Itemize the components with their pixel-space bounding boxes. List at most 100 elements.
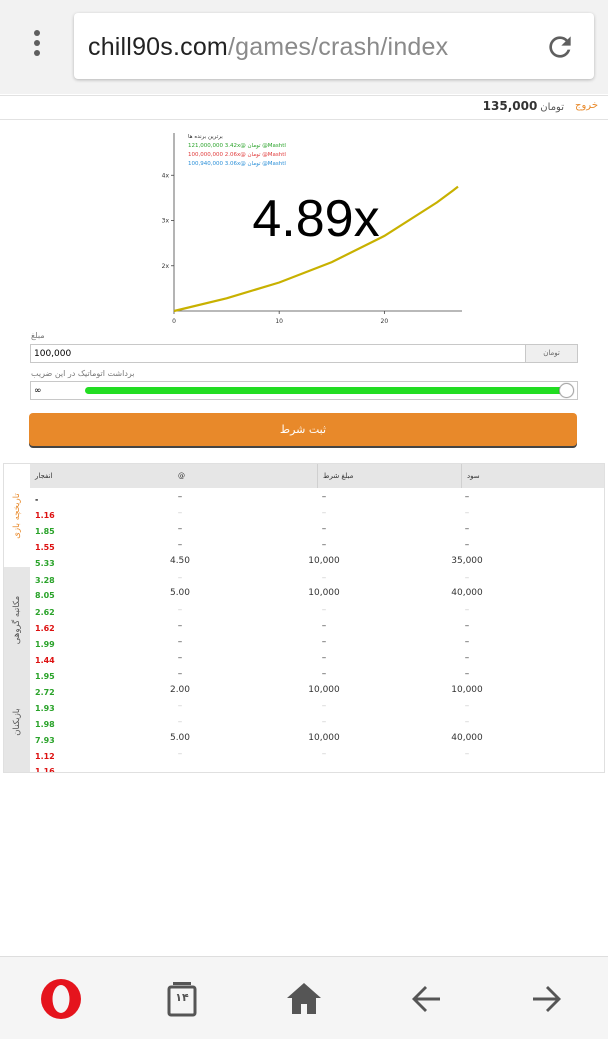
table-row: 8.05 5.00 10,000 40,000 xyxy=(30,588,604,604)
amount-currency: تومان xyxy=(525,345,577,362)
side-tabs: تاریخچه بازی مکاتبه گروهی بازیکنان xyxy=(4,464,30,772)
cell-bet: – xyxy=(321,492,327,502)
cell-profit: – xyxy=(464,605,470,615)
cell-profit: 40,000 xyxy=(451,733,483,743)
amount-input[interactable] xyxy=(31,345,525,362)
table-row: 1.55 – – – xyxy=(30,540,604,556)
site-header: 135,000 تومان خروج xyxy=(0,95,608,120)
cell-profit: – xyxy=(464,669,470,679)
table-row: 1.99 – – – xyxy=(30,637,604,653)
cell-bet: 10,000 xyxy=(308,556,340,566)
cell-crash: 7.93 xyxy=(35,736,55,745)
cell-bet: 10,000 xyxy=(308,733,340,743)
cell-profit: – xyxy=(464,717,470,727)
tab-label: بازیکنان xyxy=(12,708,22,736)
column-bet: مبلغ شرط xyxy=(323,472,354,480)
table-row: 1.16 xyxy=(30,764,604,772)
address-bar[interactable]: chill90s.com/games/crash/index xyxy=(74,13,594,79)
cell-at: – xyxy=(177,605,183,615)
cell-profit: – xyxy=(464,573,470,583)
cell-bet: – xyxy=(321,605,327,615)
auto-cashout-input[interactable] xyxy=(31,382,81,399)
cell-bet: – xyxy=(321,669,327,679)
cell-at: – xyxy=(177,653,183,663)
table-row: 1.93 – – – xyxy=(30,701,604,717)
cell-bet: – xyxy=(321,621,327,631)
cell-at: 5.00 xyxy=(169,733,191,743)
browser-bottom-bar: ۱۴ xyxy=(0,956,608,1039)
column-crash: انفجار xyxy=(35,472,53,480)
cell-at: – xyxy=(177,717,183,727)
cell-crash: 1.55 xyxy=(35,543,55,552)
cell-at: – xyxy=(177,573,183,583)
logout-link[interactable]: خروج xyxy=(575,100,598,111)
cell-at: – xyxy=(177,669,183,679)
cell-profit: – xyxy=(464,492,470,502)
cell-crash: 1.99 xyxy=(35,640,55,649)
cell-profit: – xyxy=(464,524,470,534)
cell-crash: 8.05 xyxy=(35,591,55,600)
tabs-icon[interactable]: ۱۴ xyxy=(160,977,204,1021)
y-tick-label: 3x xyxy=(162,218,170,225)
tab-label: تاریخچه بازی xyxy=(12,492,22,539)
cell-bet: – xyxy=(321,540,327,550)
tab-group-chat[interactable]: مکاتبه گروهی xyxy=(4,567,30,672)
amount-field-group: تومان xyxy=(30,344,578,363)
forward-arrow-icon[interactable] xyxy=(525,977,569,1021)
menu-dots-icon[interactable] xyxy=(26,30,48,64)
cell-at: – xyxy=(177,637,183,647)
cell-crash: 5.33 xyxy=(35,559,55,568)
table-row: 2.62 – – – xyxy=(30,605,604,621)
table-row: 2.72 2.00 10,000 10,000 xyxy=(30,685,604,701)
table-row: 1.85 – – – xyxy=(30,524,604,540)
cell-crash: 1.16 xyxy=(35,511,55,520)
tab-label: مکاتبه گروهی xyxy=(12,595,22,644)
tab-game-history[interactable]: تاریخچه بازی xyxy=(4,464,30,567)
x-tick-label: 20 xyxy=(381,318,389,325)
slider-handle[interactable] xyxy=(559,383,574,398)
table-row: 1.62 – – – xyxy=(30,621,604,637)
cell-bet: – xyxy=(321,717,327,727)
place-bet-button[interactable]: ثبت شرط xyxy=(29,413,577,446)
home-icon[interactable] xyxy=(282,977,326,1021)
cell-profit: – xyxy=(464,540,470,550)
cell-at: 4.50 xyxy=(169,556,191,566)
cell-at: – xyxy=(177,540,183,550)
reload-icon[interactable] xyxy=(544,31,576,63)
cell-profit: 40,000 xyxy=(451,588,483,598)
balance-currency: تومان xyxy=(540,102,564,113)
cell-profit: – xyxy=(464,621,470,631)
table-row: 1.12 – – – xyxy=(30,749,604,765)
table-row: 5.33 4.50 10,000 35,000 xyxy=(30,556,604,572)
balance: 135,000 تومان xyxy=(483,99,564,113)
url-text[interactable]: chill90s.com/games/crash/index xyxy=(88,33,448,61)
column-divider xyxy=(461,464,462,488)
x-tick-label: 0 xyxy=(172,318,176,325)
cell-at: – xyxy=(177,621,183,631)
cell-at: – xyxy=(177,492,183,502)
cell-bet: – xyxy=(321,701,327,711)
url-domain: chill90s.com xyxy=(88,33,228,61)
table-header: انفجار @ مبلغ شرط سود xyxy=(30,464,604,488)
auto-cashout-label: برداشت اتوماتیک در این ضریب xyxy=(31,369,135,378)
tab-players[interactable]: بازیکنان xyxy=(4,672,30,772)
cell-at: – xyxy=(177,524,183,534)
history-panel: تاریخچه بازی مکاتبه گروهی بازیکنان انفجا… xyxy=(3,463,605,773)
winner-entry: 100,940,000 3.06x@ تومان @Mashtl xyxy=(188,161,286,167)
cell-bet: – xyxy=(321,524,327,534)
cell-crash: - xyxy=(35,495,39,504)
cell-at: – xyxy=(177,701,183,711)
cell-bet: 10,000 xyxy=(308,685,340,695)
cell-crash: 1.85 xyxy=(35,527,55,536)
auto-cashout-slider[interactable] xyxy=(85,387,565,394)
x-tick-label: 10 xyxy=(275,318,283,325)
current-multiplier: 4.89x xyxy=(252,190,380,248)
opera-logo-icon[interactable] xyxy=(39,977,83,1021)
cell-profit: 35,000 xyxy=(451,556,483,566)
tab-count: ۱۴ xyxy=(175,991,189,1004)
winner-entry: 100,000,000 2.06x@ تومان @Mashtl xyxy=(188,152,286,158)
cell-crash: 1.93 xyxy=(35,704,55,713)
amount-label: مبلغ xyxy=(31,331,45,340)
table-row: 1.98 – – – xyxy=(30,717,604,733)
back-arrow-icon[interactable] xyxy=(404,977,448,1021)
